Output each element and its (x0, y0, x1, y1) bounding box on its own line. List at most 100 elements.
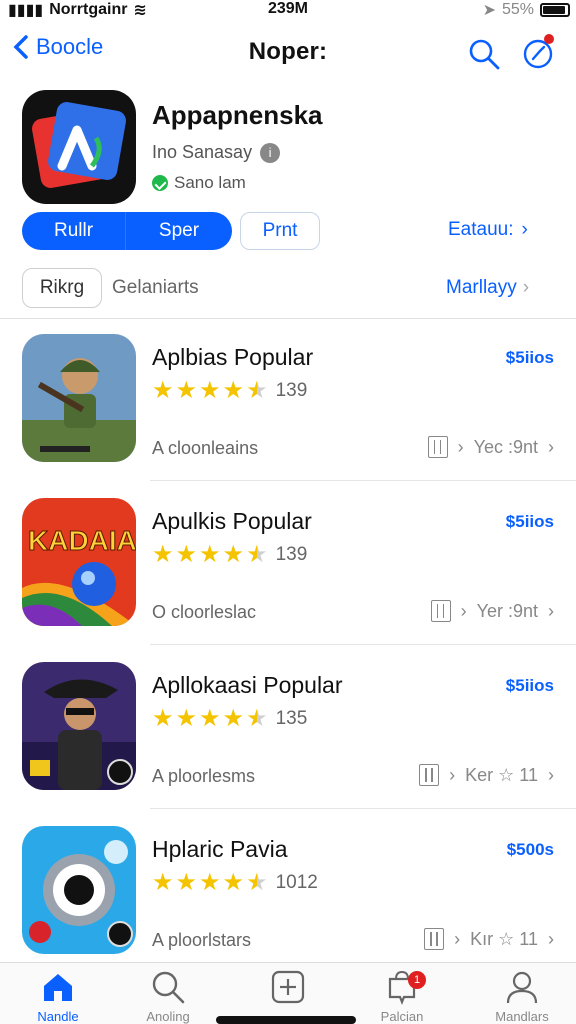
app-price[interactable]: $500s (507, 840, 554, 860)
app-icon-pirate (22, 662, 136, 790)
app-list-item[interactable]: Apllokaasi Popular $5iios ★ ★ ★ ★ ★ 135 … (0, 650, 576, 814)
app-icon-kadaia: KADAIA (22, 498, 136, 626)
app-name: Hplaric Pavia (152, 836, 288, 862)
app-list-item[interactable]: KADAIA Apulkis Popular $5iios ★ ★ ★ ★ ★ … (0, 486, 576, 650)
chevron-right-icon: › (548, 436, 554, 457)
star-icon: ★ (152, 869, 174, 896)
chevron-right-icon: › (457, 436, 464, 457)
star-icon: ★ (222, 705, 245, 732)
featured-app-status: Sano lam (152, 173, 246, 193)
chevron-right-icon: › (460, 600, 467, 621)
app-meta: A ploorlstars (152, 930, 252, 950)
filter-link-label: Marllayy (446, 277, 517, 298)
tab-home[interactable]: Nandle (8, 969, 108, 1024)
plus-square-icon (271, 970, 305, 1004)
tab-bar: Nandle Anoling 1 Palcian Mandlars (0, 962, 576, 1024)
app-action-label[interactable]: Yer :9nt (477, 601, 538, 622)
info-icon[interactable]: i (260, 142, 281, 163)
segmented-control: Rullr Sper (22, 212, 232, 250)
filter-link[interactable]: Marllayy › (446, 277, 529, 299)
half-star-icon: ★ (246, 869, 268, 896)
filter-chip[interactable]: Rikrg (22, 268, 102, 308)
featured-app-subtitle: Ino Sanasay i (152, 142, 281, 163)
app-price[interactable]: $5iios (506, 676, 554, 696)
star-icon: ★ (199, 869, 221, 896)
filter-label: Gelaniarts (112, 277, 199, 298)
home-icon (44, 974, 72, 1001)
notification-dot (544, 34, 554, 44)
tab-label: Palcian (380, 1009, 424, 1024)
app-icon-soldier (22, 334, 136, 462)
app-list-item[interactable]: Hplaric Pavia $500s ★ ★ ★ ★ ★ 1012 A plo… (0, 814, 576, 978)
document-icon[interactable] (427, 436, 448, 458)
battery-icon (540, 3, 570, 17)
subtitle-text: Ino Sanasay (152, 142, 253, 162)
rating-stars: ★ ★ ★ ★ ★ 139 (152, 543, 307, 567)
tab-label: Nandle (37, 1009, 79, 1024)
search-icon[interactable] (466, 36, 502, 72)
svg-text:KADAIA: KADAIA (28, 525, 136, 556)
star-icon: ★ (222, 377, 245, 404)
app-actions: › Kır ☆ 11 › (424, 928, 554, 950)
rating-count: 139 (275, 544, 308, 565)
document-icon[interactable] (419, 764, 440, 786)
document-icon[interactable] (430, 600, 451, 622)
app-meta: O cloorleslac (152, 602, 257, 622)
star-icon: ★ (199, 541, 221, 568)
app-actions: › Yer :9nt › (430, 600, 554, 622)
tab-profile[interactable]: Mandlars (472, 969, 572, 1024)
home-indicator (216, 1016, 356, 1024)
section-divider (0, 318, 576, 319)
half-star-icon: ★ (246, 705, 268, 732)
document-icon[interactable] (424, 928, 445, 950)
chevron-right-icon: › (548, 928, 554, 949)
segment-2[interactable]: Sper (126, 212, 232, 250)
rating-stars: ★ ★ ★ ★ ★ 135 (152, 707, 307, 731)
featured-app-icon[interactable] (22, 90, 136, 204)
app-action-label[interactable]: Yec :9nt (474, 437, 538, 458)
app-list-item[interactable]: Aplbias Popular $5iios ★ ★ ★ ★ ★ 139 A c… (0, 322, 576, 486)
tab-label: Anoling (146, 1009, 190, 1024)
app-icon-camera (22, 826, 136, 954)
print-button[interactable]: Prnt (240, 212, 320, 250)
status-bar: ▮▮▮▮ Norrtgainr ≋ 239M ➤ 55% (0, 0, 576, 22)
rating-stars: ★ ★ ★ ★ ★ 139 (152, 379, 307, 403)
chevron-right-icon: › (548, 600, 554, 621)
location-icon: ➤ (482, 2, 496, 19)
star-icon: ★ (199, 377, 221, 404)
chevron-right-icon: › (454, 928, 461, 949)
rating-count: 139 (275, 380, 308, 401)
app-actions: › Ker ☆ 11 › (419, 764, 554, 786)
hero-link[interactable]: Eatauu: › (448, 219, 528, 241)
tab-messages[interactable]: 1 Palcian (352, 969, 452, 1024)
hero-link-label: Eatauu: (448, 219, 514, 240)
rating-count: 135 (275, 708, 308, 729)
app-action-label[interactable]: Ker ☆ 11 (465, 765, 538, 786)
status-text: Sano lam (174, 173, 246, 192)
rating-stars: ★ ★ ★ ★ ★ 1012 (152, 871, 318, 895)
chevron-right-icon: › (449, 764, 456, 785)
tab-add[interactable] (238, 969, 338, 1009)
row-divider (150, 480, 576, 481)
app-price[interactable]: $5iios (506, 512, 554, 532)
person-icon (506, 971, 538, 1004)
segment-1[interactable]: Rullr (22, 212, 126, 250)
status-right: ➤ 55% (483, 0, 570, 20)
battery-percent: 55% (501, 1, 534, 18)
star-icon: ★ (175, 705, 198, 732)
app-price[interactable]: $5iios (506, 348, 554, 368)
rating-count: 1012 (275, 872, 318, 893)
half-star-icon: ★ (246, 377, 268, 404)
star-icon: ★ (152, 705, 174, 732)
app-name: Apulkis Popular (152, 508, 312, 534)
star-icon: ★ (152, 541, 174, 568)
half-star-icon: ★ (246, 541, 268, 568)
app-actions: › Yec :9nt › (427, 436, 554, 458)
tab-search[interactable]: Anoling (118, 969, 218, 1024)
featured-logo-icon (32, 102, 126, 188)
featured-app-title: Appapnenska (152, 100, 323, 130)
app-action-label[interactable]: Kır ☆ 11 (470, 929, 538, 950)
row-divider (150, 808, 576, 809)
notification-badge: 1 (408, 971, 426, 989)
row-divider (150, 644, 576, 645)
